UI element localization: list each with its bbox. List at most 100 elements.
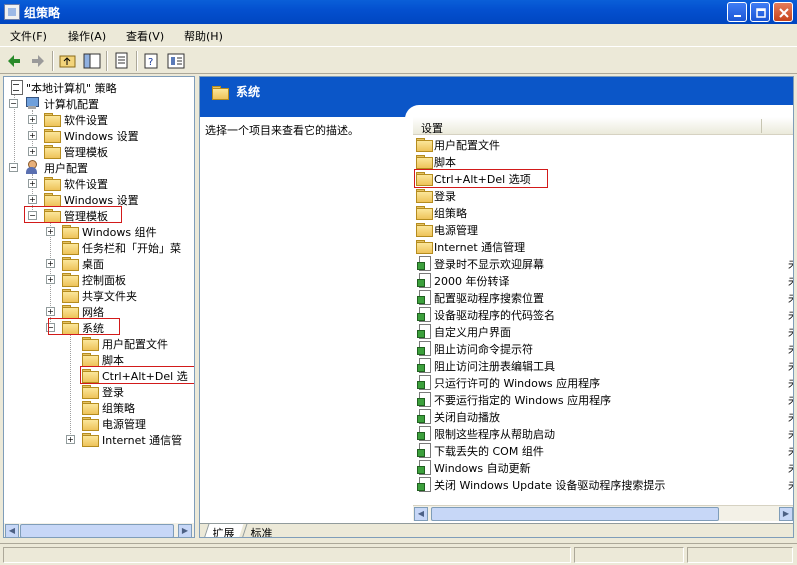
list-item-folder[interactable]: 登录 <box>416 187 793 204</box>
highlight-box <box>80 366 194 384</box>
expand-icon[interactable]: + <box>28 179 37 188</box>
folder-icon <box>62 225 79 239</box>
list-item-label: 登录 <box>434 190 456 203</box>
maximize-button[interactable] <box>750 2 770 22</box>
list-item-setting[interactable]: Windows 自动更新 未 <box>416 459 793 476</box>
scroll-thumb[interactable] <box>20 524 174 537</box>
list-item-folder[interactable]: 组策略 <box>416 204 793 221</box>
export-list-icon <box>115 52 128 69</box>
title-bar: 组策略 <box>0 0 797 24</box>
list-item-label: 只运行许可的 Windows 应用程序 <box>434 377 601 390</box>
policy-icon <box>8 80 24 95</box>
expand-icon[interactable]: + <box>28 131 37 140</box>
list-item-setting[interactable]: 阻止访问命令提示符 未 <box>416 340 793 357</box>
policy-setting-icon <box>417 409 431 424</box>
setting-state: 未 <box>788 477 793 493</box>
list-item-setting[interactable]: 阻止访问注册表编辑工具 未 <box>416 357 793 374</box>
folder-icon <box>62 289 79 303</box>
list-item-folder[interactable]: 用户配置文件 <box>416 136 793 153</box>
scroll-thumb[interactable] <box>431 507 719 521</box>
menu-file[interactable]: 文件(F) <box>10 28 47 44</box>
collapse-icon[interactable]: − <box>9 99 18 108</box>
tree-pane[interactable]: "本地计算机" 策略 − 计算机配置 + 软件设置 + Windows 设置 +… <box>3 76 195 538</box>
expand-icon[interactable]: + <box>46 307 55 316</box>
export-list-button[interactable] <box>112 51 132 71</box>
column-divider[interactable] <box>761 119 762 133</box>
list-item-label: 自定义用户界面 <box>434 326 511 339</box>
policy-setting-icon <box>417 273 431 288</box>
properties-button[interactable] <box>166 51 186 71</box>
status-cell <box>3 547 571 563</box>
scroll-right-arrow-icon[interactable]: ▶ <box>779 507 793 521</box>
setting-state: 未 <box>788 392 793 408</box>
setting-state: 未 <box>788 256 793 272</box>
expand-icon[interactable]: + <box>66 435 75 444</box>
expand-icon[interactable]: + <box>46 259 55 268</box>
list-item-label: 设备驱动程序的代码签名 <box>434 309 555 322</box>
back-arrow-icon <box>8 55 20 67</box>
list-item-label: 关闭 Windows Update 设备驱动程序搜索提示 <box>434 479 666 492</box>
tree-horizontal-scrollbar[interactable]: ◀ ▶ <box>4 523 194 537</box>
list-item-setting[interactable]: 下载丢失的 COM 组件 未 <box>416 442 793 459</box>
policy-setting-icon <box>417 392 431 407</box>
list-item-setting[interactable]: 不要运行指定的 Windows 应用程序 未 <box>416 391 793 408</box>
column-header-setting[interactable]: 设置 <box>421 120 443 136</box>
setting-state: 未 <box>788 324 793 340</box>
menu-action[interactable]: 操作(A) <box>68 28 106 44</box>
computer-icon <box>24 96 40 110</box>
help-button[interactable]: ? <box>142 51 162 71</box>
minimize-button[interactable] <box>727 2 747 22</box>
list-item-setting[interactable]: 登录时不显示欢迎屏幕 未 <box>416 255 793 272</box>
forward-button[interactable] <box>28 51 48 71</box>
list-item-setting[interactable]: 设备驱动程序的代码签名 未 <box>416 306 793 323</box>
folder-icon <box>62 257 79 271</box>
list-item-folder[interactable]: 电源管理 <box>416 221 793 238</box>
list-item-folder[interactable]: 脚本 <box>416 153 793 170</box>
list-item-setting[interactable]: 限制这些程序从帮助启动 未 <box>416 425 793 442</box>
close-icon <box>779 8 789 18</box>
list-item-setting[interactable]: 关闭 Windows Update 设备驱动程序搜索提示 未 <box>416 476 793 493</box>
tree-connector <box>70 334 71 438</box>
list-item-setting[interactable]: 自定义用户界面 未 <box>416 323 793 340</box>
list-item-label: 阻止访问命令提示符 <box>434 343 533 356</box>
list-item-setting[interactable]: 只运行许可的 Windows 应用程序 未 <box>416 374 793 391</box>
tab-extended[interactable]: 扩展 <box>203 524 244 537</box>
expand-icon[interactable]: + <box>28 195 37 204</box>
expand-icon[interactable]: + <box>28 147 37 156</box>
folder-icon <box>62 241 79 255</box>
folder-icon <box>44 145 61 159</box>
folder-icon <box>82 433 99 447</box>
back-button[interactable] <box>4 51 24 71</box>
expand-icon[interactable]: + <box>46 227 55 236</box>
folder-icon <box>416 155 433 169</box>
list-horizontal-scrollbar[interactable]: ◀ ▶ <box>413 505 793 521</box>
list-item-setting[interactable]: 关闭自动播放 未 <box>416 408 793 425</box>
menu-view[interactable]: 查看(V) <box>126 28 164 44</box>
list-item-setting[interactable]: 配置驱动程序搜索位置 未 <box>416 289 793 306</box>
menu-help[interactable]: 帮助(H) <box>184 28 223 44</box>
show-hide-tree-button[interactable] <box>82 51 102 71</box>
expand-icon[interactable]: + <box>46 275 55 284</box>
collapse-icon[interactable]: − <box>9 163 18 172</box>
folder-icon <box>416 223 433 237</box>
scroll-left-arrow-icon[interactable]: ◀ <box>5 524 19 537</box>
list-item-setting[interactable]: 2000 年份转译 未 <box>416 272 793 289</box>
expand-icon[interactable]: + <box>28 115 37 124</box>
close-button[interactable] <box>773 2 793 22</box>
list-header: 设置 <box>413 117 793 136</box>
list-item-folder[interactable]: Internet 通信管理 <box>416 238 793 255</box>
folder-icon <box>416 138 433 152</box>
folder-icon <box>82 401 99 415</box>
policy-setting-icon <box>417 341 431 356</box>
up-one-level-button[interactable] <box>58 51 78 71</box>
setting-state: 未 <box>788 290 793 306</box>
scroll-left-arrow-icon[interactable]: ◀ <box>414 507 428 521</box>
tab-standard[interactable]: 标准 <box>241 524 282 537</box>
folder-icon <box>416 206 433 220</box>
folder-icon <box>44 113 61 127</box>
setting-state: 未 <box>788 426 793 442</box>
setting-state: 未 <box>788 358 793 374</box>
user-icon <box>24 160 40 174</box>
scroll-right-arrow-icon[interactable]: ▶ <box>178 524 192 537</box>
policy-setting-icon <box>417 443 431 458</box>
